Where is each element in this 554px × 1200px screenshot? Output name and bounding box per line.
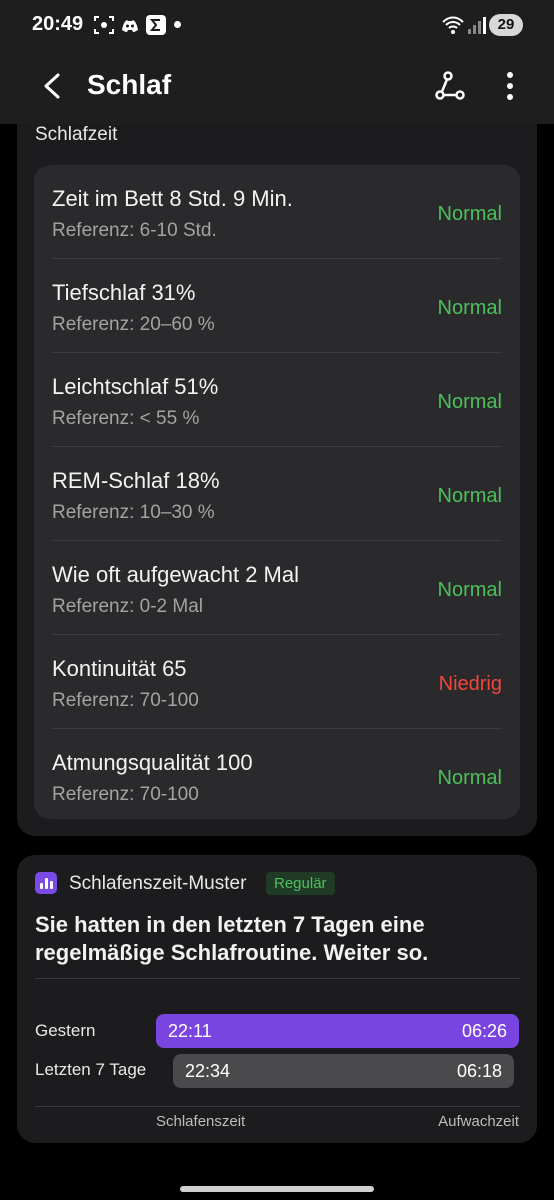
metric-title: Zeit im Bett 8 Std. 9 Min.	[52, 186, 293, 211]
section-title: Schlafzeit	[35, 124, 118, 145]
axis-label-wake-time: Aufwachzeit	[438, 1113, 519, 1130]
sleep-bar-yesterday: 22:11 06:26	[156, 1014, 519, 1048]
bar-chart-icon	[35, 872, 57, 894]
status-badge: Regulär	[266, 872, 335, 895]
wifi-icon	[442, 14, 464, 36]
signal-icon	[465, 14, 487, 36]
metric-reference: Referenz: 6-10 Std.	[52, 220, 217, 241]
more-vert-icon	[506, 71, 514, 106]
metric-reference: Referenz: 10–30 %	[52, 502, 215, 523]
metric-reference: Referenz: < 55 %	[52, 408, 200, 429]
status-bar: 20:49 29	[0, 0, 554, 52]
metric-row-deep-sleep: Tiefschlaf 31% Referenz: 20–60 % Normal	[52, 259, 502, 353]
divider	[35, 978, 520, 979]
pattern-title: Schlafenszeit-Muster	[69, 873, 247, 894]
metric-row-rem-sleep: REM-Schlaf 18% Referenz: 10–30 % Normal	[52, 447, 502, 541]
bedtime-value: 22:34	[185, 1061, 231, 1081]
metric-row-breathing-quality: Atmungsqualität 100 Referenz: 70-100 Nor…	[52, 729, 502, 823]
page-title: Schlaf	[87, 69, 172, 100]
metric-status: Normal	[437, 297, 502, 319]
metric-reference: Referenz: 70-100	[52, 784, 199, 805]
metric-title: Kontinuität 65	[52, 656, 187, 681]
back-button[interactable]	[30, 66, 74, 110]
metric-title: Leichtschlaf 51%	[52, 374, 219, 399]
metric-row-light-sleep: Leichtschlaf 51% Referenz: < 55 % Normal	[52, 353, 502, 447]
metric-status: Niedrig	[438, 673, 502, 695]
back-arrow-icon	[40, 72, 64, 105]
metric-row-continuity: Kontinuität 65 Referenz: 70-100 Niedrig	[52, 635, 502, 729]
app-header: Schlaf	[0, 52, 554, 124]
metric-reference: Referenz: 20–60 %	[52, 314, 215, 335]
share-button[interactable]	[428, 66, 472, 110]
more-options-button[interactable]	[488, 66, 532, 110]
axis-label-bedtime: Schlafenszeit	[156, 1113, 246, 1130]
metric-title: Atmungsqualität 100	[52, 750, 253, 775]
metric-reference: Referenz: 70-100	[52, 690, 199, 711]
sigma-app-icon	[145, 14, 167, 36]
metric-status: Normal	[437, 203, 502, 225]
metric-reference: Referenz: 0-2 Mal	[52, 596, 204, 617]
metric-row-time-in-bed: Zeit im Bett 8 Std. 9 Min. Referenz: 6-1…	[52, 165, 502, 259]
metric-row-awakenings: Wie oft aufgewacht 2 Mal Referenz: 0-2 M…	[52, 541, 502, 635]
sleep-bar-last-7-days: 22:34 06:18	[173, 1054, 514, 1088]
share-icon	[434, 70, 466, 107]
axis-line	[35, 1106, 520, 1107]
bar-label-last-7-days: Letzten 7 Tage	[35, 1060, 147, 1079]
home-indicator[interactable]	[180, 1186, 374, 1192]
sleep-pattern-card[interactable]: Schlafenszeit-Muster Regulär Sie hatten …	[17, 855, 537, 1143]
metric-status: Normal	[437, 391, 502, 413]
discord-icon	[119, 14, 141, 36]
wake-time-value: 06:18	[456, 1061, 502, 1081]
bedtime-value: 22:11	[168, 1021, 212, 1041]
sleep-metrics-list: Zeit im Bett 8 Std. 9 Min. Referenz: 6-1…	[34, 165, 520, 819]
metric-title: Tiefschlaf 31%	[52, 280, 196, 305]
screenshot-icon	[93, 14, 115, 36]
status-time: 20:49	[32, 13, 84, 35]
pattern-description: Sie hatten in den letzten 7 Tagen eine r…	[35, 912, 429, 965]
metric-title: Wie oft aufgewacht 2 Mal	[52, 562, 300, 587]
bar-label-yesterday: Gestern	[35, 1021, 96, 1040]
wake-time-value: 06:26	[461, 1021, 507, 1041]
sleep-time-card: Schlafzeit Zeit im Bett 8 Std. 9 Min. Re…	[17, 124, 537, 836]
battery-icon: 29	[489, 14, 523, 36]
metric-title: REM-Schlaf 18%	[52, 468, 220, 493]
metric-status: Normal	[437, 767, 502, 789]
metric-status: Normal	[437, 579, 502, 601]
metric-status: Normal	[437, 485, 502, 507]
notification-dot-icon	[174, 21, 181, 28]
